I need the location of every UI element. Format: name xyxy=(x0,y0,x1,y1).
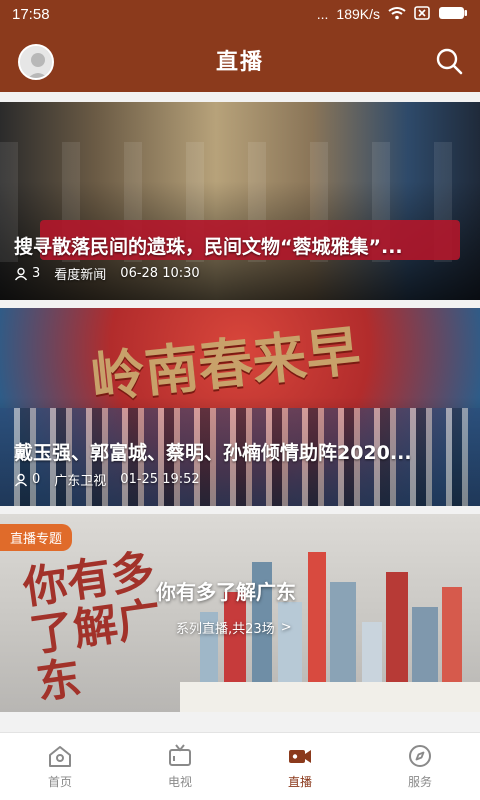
search-button[interactable] xyxy=(434,46,464,76)
live-card[interactable]: 岭南春来早 戴玉强、郭富城、蔡明、孙楠倾情助阵2020... 0 广东卫视 01… xyxy=(0,308,480,506)
live-icon xyxy=(289,750,311,763)
tab-label: 服务 xyxy=(407,775,432,789)
special-card[interactable]: 你有多了解广东 直播专题 你有多了解广东 系列直播,共23场 > xyxy=(0,514,480,712)
status-more: ... xyxy=(316,6,329,22)
live-card[interactable]: 搜寻散落民间的遗珠，民间文物“蓉城雅集”... 3 看度新闻 06-28 10:… xyxy=(0,102,480,300)
avatar[interactable] xyxy=(18,44,54,80)
poster-calligraphy: 你有多了解广东 xyxy=(20,545,165,710)
compass-icon xyxy=(409,745,431,767)
card-time: 01-25 19:52 xyxy=(120,472,200,487)
special-title: 你有多了解广东 xyxy=(156,580,296,604)
page-title: 直播 xyxy=(215,50,264,75)
person-icon xyxy=(14,473,28,486)
live-feed: 搜寻散落民间的遗珠，民间文物“蓉城雅集”... 3 看度新闻 06-28 10:… xyxy=(0,92,480,732)
tab-home[interactable]: 首页 xyxy=(0,733,120,800)
home-icon xyxy=(49,746,71,767)
view-count: 0 xyxy=(14,472,40,487)
status-time: 17:58 xyxy=(12,5,50,23)
special-subtitle: 系列直播,共23场 > xyxy=(176,618,292,637)
special-subtitle-text: 系列直播,共23场 xyxy=(176,622,275,637)
app-bar: 直播 xyxy=(0,28,480,92)
person-icon xyxy=(14,267,28,280)
view-count-value: 3 xyxy=(32,266,41,281)
card-meta: 0 广东卫视 01-25 19:52 xyxy=(14,470,200,489)
view-count: 3 xyxy=(14,266,40,281)
bottom-tab-bar: 首页 电视 直播 服务 xyxy=(0,732,480,800)
card-time: 06-28 10:30 xyxy=(120,266,200,281)
tab-label: 电视 xyxy=(167,775,192,789)
view-count-value: 0 xyxy=(32,472,41,487)
card-source: 看度新闻 xyxy=(54,268,107,283)
card-source: 广东卫视 xyxy=(54,474,107,489)
tab-label: 直播 xyxy=(287,775,312,789)
status-right: ... 189K/s xyxy=(316,5,468,23)
tab-live[interactable]: 直播 xyxy=(240,733,360,800)
network-speed: 189K/s xyxy=(336,6,380,22)
card-title: 搜寻散落民间的遗珠，民间文物“蓉城雅集”... xyxy=(14,236,403,258)
avatar-icon xyxy=(20,46,52,78)
card-title: 戴玉强、郭富城、蔡明、孙楠倾情助阵2020... xyxy=(14,442,412,464)
tab-service[interactable]: 服务 xyxy=(360,733,480,800)
live-topic-badge: 直播专题 xyxy=(0,524,73,551)
status-bar: 17:58 ... 189K/s xyxy=(0,0,480,28)
wifi-icon xyxy=(388,6,406,23)
tab-label: 首页 xyxy=(47,775,72,789)
chevron-right-icon: > xyxy=(280,620,292,635)
search-icon xyxy=(436,48,463,75)
sim-x-icon xyxy=(414,5,430,23)
battery-icon xyxy=(438,6,468,23)
tab-tv[interactable]: 电视 xyxy=(120,733,240,800)
tv-icon xyxy=(169,744,191,766)
card-meta: 3 看度新闻 06-28 10:30 xyxy=(14,264,200,283)
